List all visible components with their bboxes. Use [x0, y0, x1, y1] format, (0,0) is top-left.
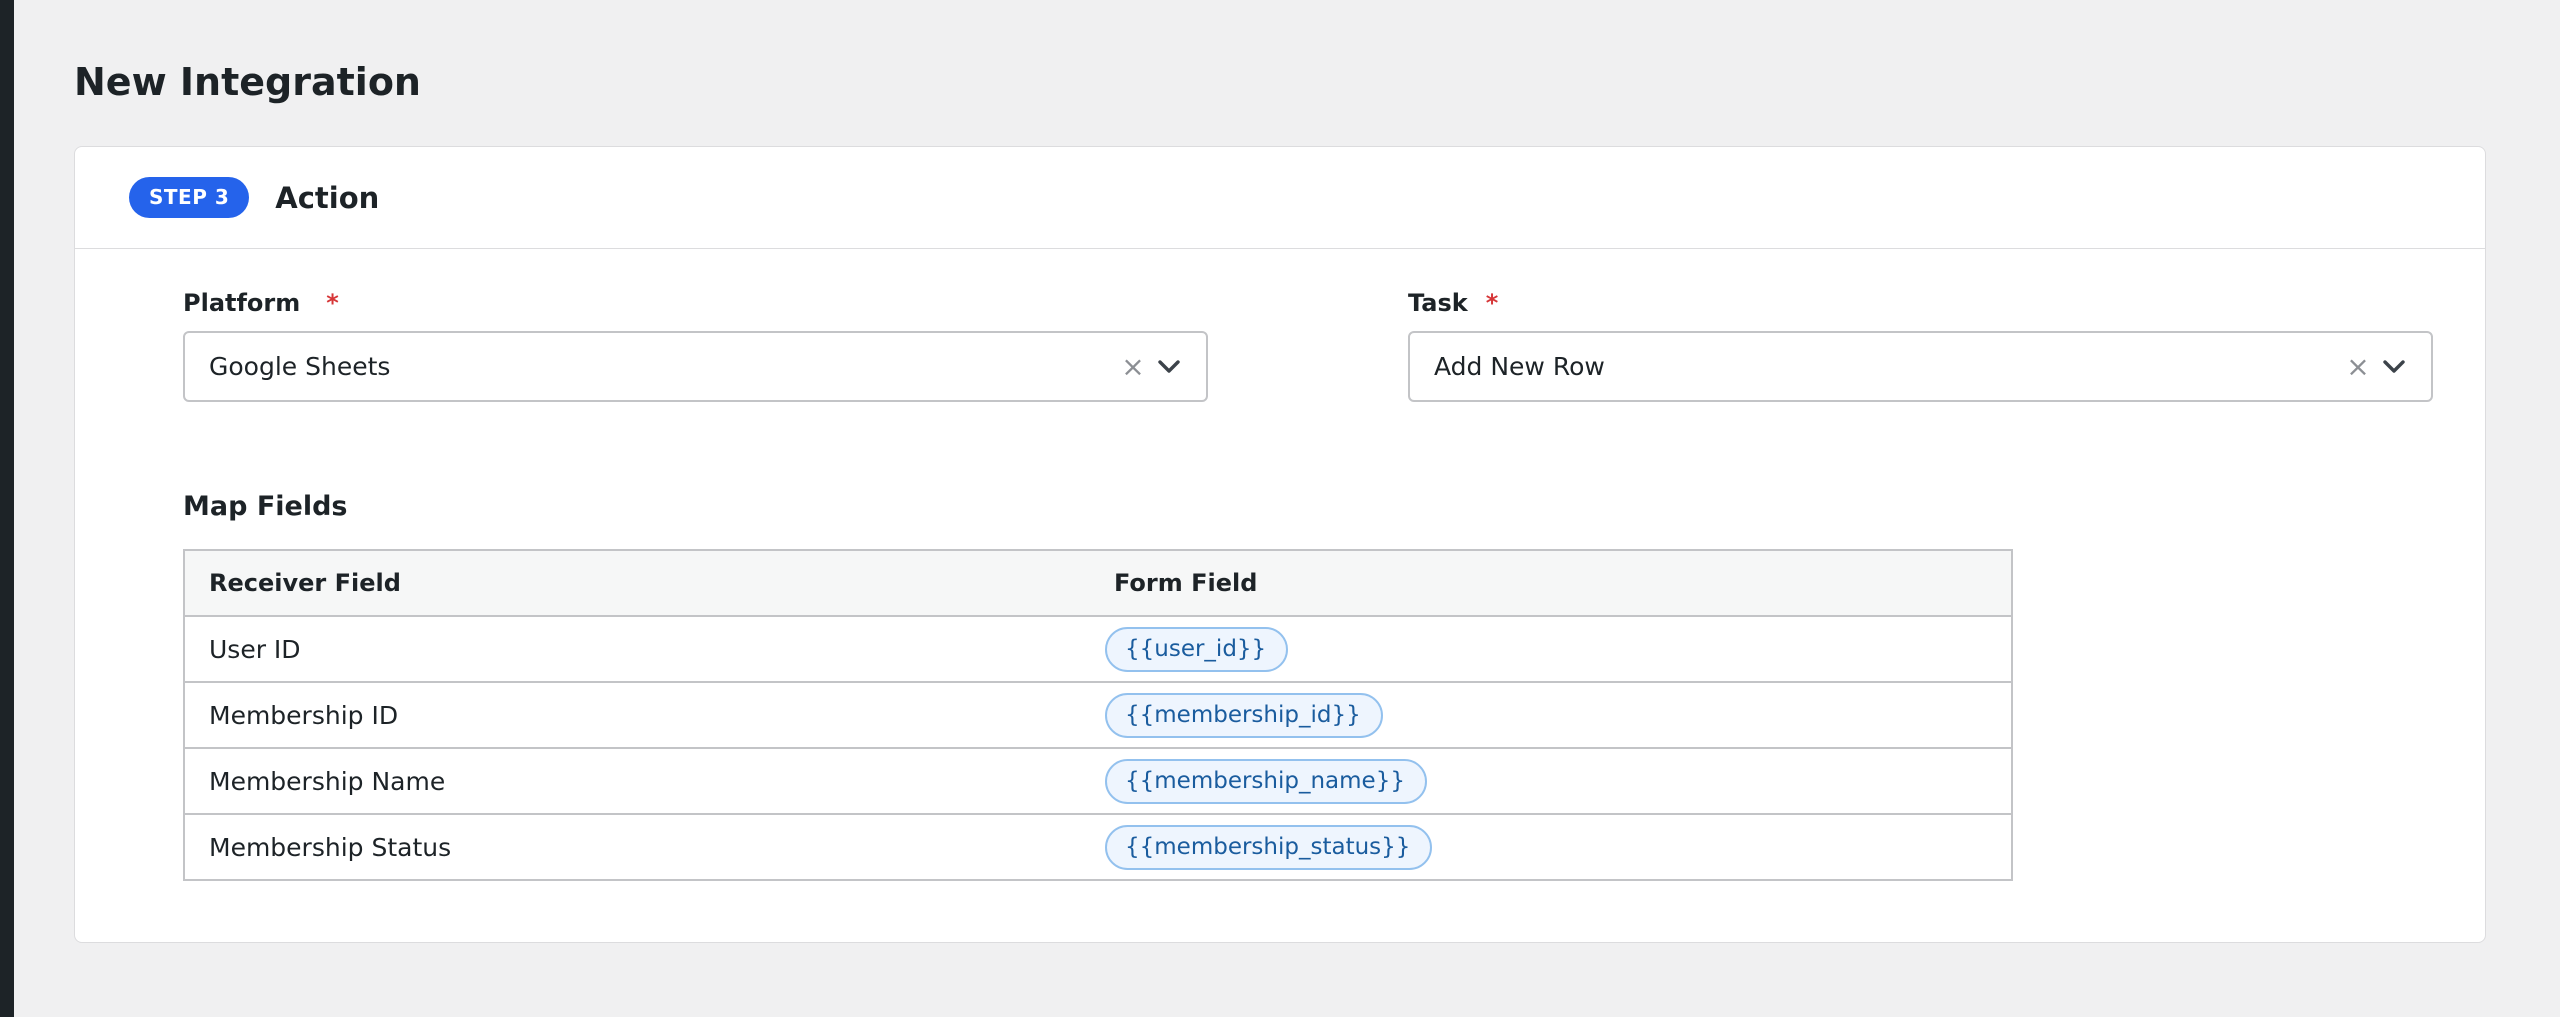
chevron-down-icon[interactable] — [2381, 354, 2407, 380]
form-field-cell: {{membership_id}} — [1098, 682, 2012, 749]
receiver-field-cell: Membership Status — [209, 832, 452, 862]
admin-sidebar-edge — [0, 0, 14, 1017]
card-header: STEP 3 Action — [75, 147, 2485, 249]
table-row: Membership ID {{membership_id}} — [184, 682, 2012, 749]
task-label-text: Task — [1408, 289, 1468, 317]
step-badge: STEP 3 — [129, 177, 250, 218]
table-row: Membership Name {{membership_name}} — [184, 748, 2012, 815]
chevron-down-icon[interactable] — [1156, 354, 1182, 380]
platform-select[interactable]: Google Sheets × — [183, 331, 1208, 402]
table-row: User ID {{user_id}} — [184, 616, 2012, 683]
integration-step-card: STEP 3 Action Platform * Google Sheets × … — [74, 146, 2486, 943]
platform-field: Platform * Google Sheets × — [183, 287, 1208, 402]
receiver-field-header: Receiver Field — [184, 550, 1098, 617]
close-icon[interactable]: × — [2345, 352, 2371, 381]
form-field-tag[interactable]: {{membership_status}} — [1105, 824, 1433, 870]
platform-label-text: Platform — [183, 289, 301, 317]
required-marker: * — [1485, 289, 1499, 317]
form-field-tag[interactable]: {{user_id}} — [1105, 626, 1289, 672]
close-icon[interactable]: × — [1120, 352, 1146, 381]
platform-select-value: Google Sheets — [209, 352, 391, 381]
chevron-down-icon-svg — [2383, 359, 2405, 373]
form-field-header: Form Field — [1098, 550, 2012, 617]
chevron-down-icon-svg — [1158, 359, 1180, 373]
form-field-cell: {{membership_name}} — [1098, 748, 2012, 815]
required-marker: * — [326, 289, 339, 317]
table-header-row: Receiver Field Form Field — [184, 550, 2012, 617]
platform-label: Platform * — [183, 287, 1208, 319]
page-title: New Integration — [74, 60, 421, 104]
task-select-value: Add New Row — [1434, 352, 1605, 381]
task-select[interactable]: Add New Row × — [1408, 331, 2433, 402]
form-field-tag[interactable]: {{membership_name}} — [1105, 758, 1427, 804]
task-label: Task * — [1408, 287, 2433, 319]
form-field-cell: {{user_id}} — [1098, 616, 2012, 683]
receiver-field-cell: Membership ID — [184, 682, 1098, 749]
form-field-tag[interactable]: {{membership_id}} — [1105, 692, 1383, 738]
map-fields-title: Map Fields — [183, 491, 348, 522]
receiver-field-cell: Membership Name — [184, 748, 1098, 815]
receiver-field-cell: User ID — [184, 616, 1098, 683]
table-row: Membership Status {{membership_status}} — [184, 814, 2012, 880]
form-field-cell: {{membership_status}} — [1098, 814, 2012, 880]
map-fields-table: Receiver Field Form Field User ID {{user… — [183, 549, 2013, 881]
task-field: Task * Add New Row × — [1408, 287, 2433, 402]
card-title: Action — [275, 180, 380, 215]
